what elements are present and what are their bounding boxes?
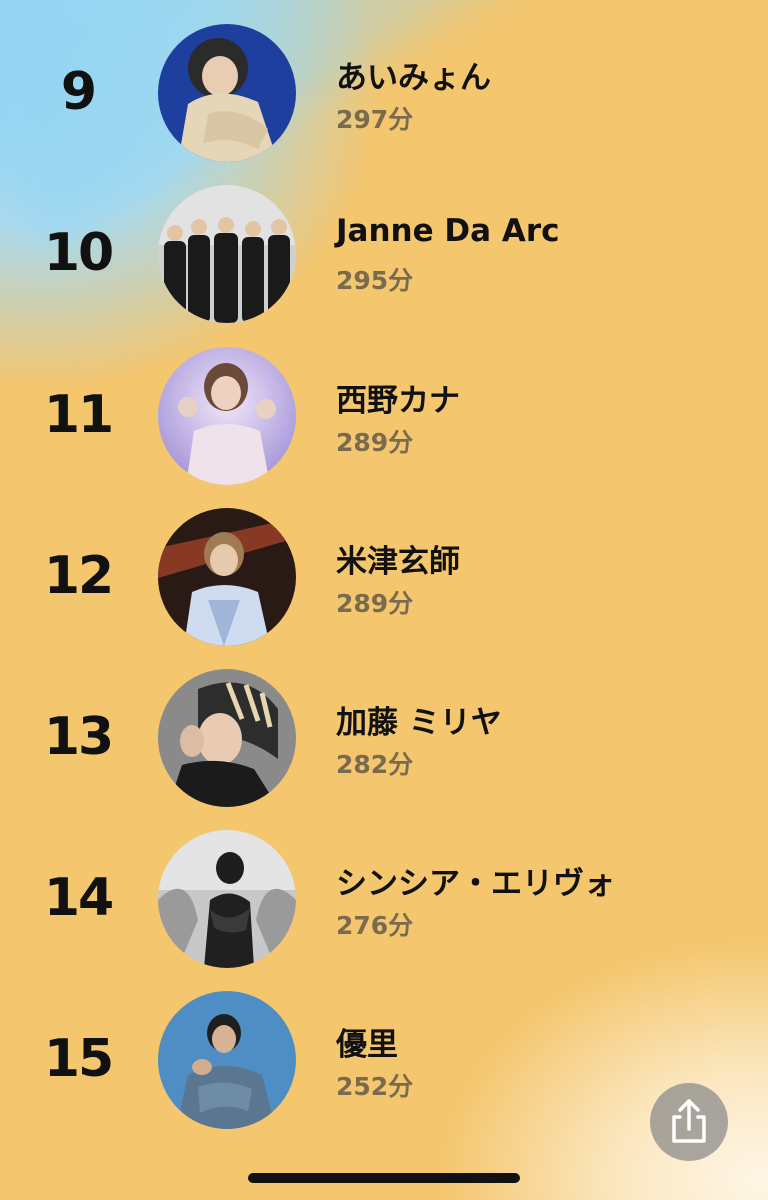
list-item[interactable]: 9 あいみょん 297分 xyxy=(0,24,768,164)
listening-minutes: 297分 xyxy=(336,105,414,134)
artist-avatar xyxy=(158,24,296,162)
rank-number: 15 xyxy=(43,1029,114,1089)
artist-photo-icon xyxy=(158,347,296,485)
artist-photo-icon xyxy=(158,24,296,162)
list-item[interactable]: 11 西野カナ 289分 xyxy=(0,347,768,487)
artist-name: シンシア・エリヴォ xyxy=(336,866,615,902)
list-item[interactable]: 14 シンシア・エリヴォ 276分 xyxy=(0,830,768,970)
artist-avatar xyxy=(158,508,296,646)
listening-minutes: 282分 xyxy=(336,750,414,779)
rank-number: 9 xyxy=(60,62,97,122)
artist-name: 優里 xyxy=(336,1027,398,1063)
listening-minutes: 295分 xyxy=(336,266,414,295)
artist-avatar xyxy=(158,669,296,807)
listening-minutes: 289分 xyxy=(336,428,414,457)
listening-minutes: 289分 xyxy=(336,589,414,618)
rank-number: 14 xyxy=(43,868,114,928)
artist-name: 米津玄師 xyxy=(336,544,460,580)
list-item[interactable]: 12 米津玄師 289分 xyxy=(0,508,768,648)
artist-avatar xyxy=(158,991,296,1129)
rank-number: 11 xyxy=(43,385,114,445)
artist-photo-icon xyxy=(158,508,296,646)
rank-number: 13 xyxy=(43,707,114,767)
share-icon xyxy=(672,1099,706,1143)
listening-minutes: 252分 xyxy=(336,1072,414,1101)
list-item[interactable]: 10 Janne Da Arc 295分 xyxy=(0,185,768,325)
artist-photo-icon xyxy=(158,991,296,1129)
artist-photo-icon xyxy=(158,669,296,807)
rank-number: 10 xyxy=(43,223,114,283)
share-button[interactable] xyxy=(650,1083,728,1161)
artist-photo-icon xyxy=(158,185,296,323)
artist-photo-icon xyxy=(158,830,296,968)
artist-name: Janne Da Arc xyxy=(336,213,560,249)
list-item[interactable]: 13 加藤 ミリヤ 282分 xyxy=(0,669,768,809)
listening-minutes: 276分 xyxy=(336,911,414,940)
home-indicator[interactable] xyxy=(248,1173,520,1183)
artist-name: 加藤 ミリヤ xyxy=(336,705,502,741)
artist-avatar xyxy=(158,185,296,323)
artist-avatar xyxy=(158,347,296,485)
artist-name: あいみょん xyxy=(336,60,491,96)
artist-avatar xyxy=(158,830,296,968)
rank-number: 12 xyxy=(43,546,114,606)
artist-name: 西野カナ xyxy=(336,383,460,419)
